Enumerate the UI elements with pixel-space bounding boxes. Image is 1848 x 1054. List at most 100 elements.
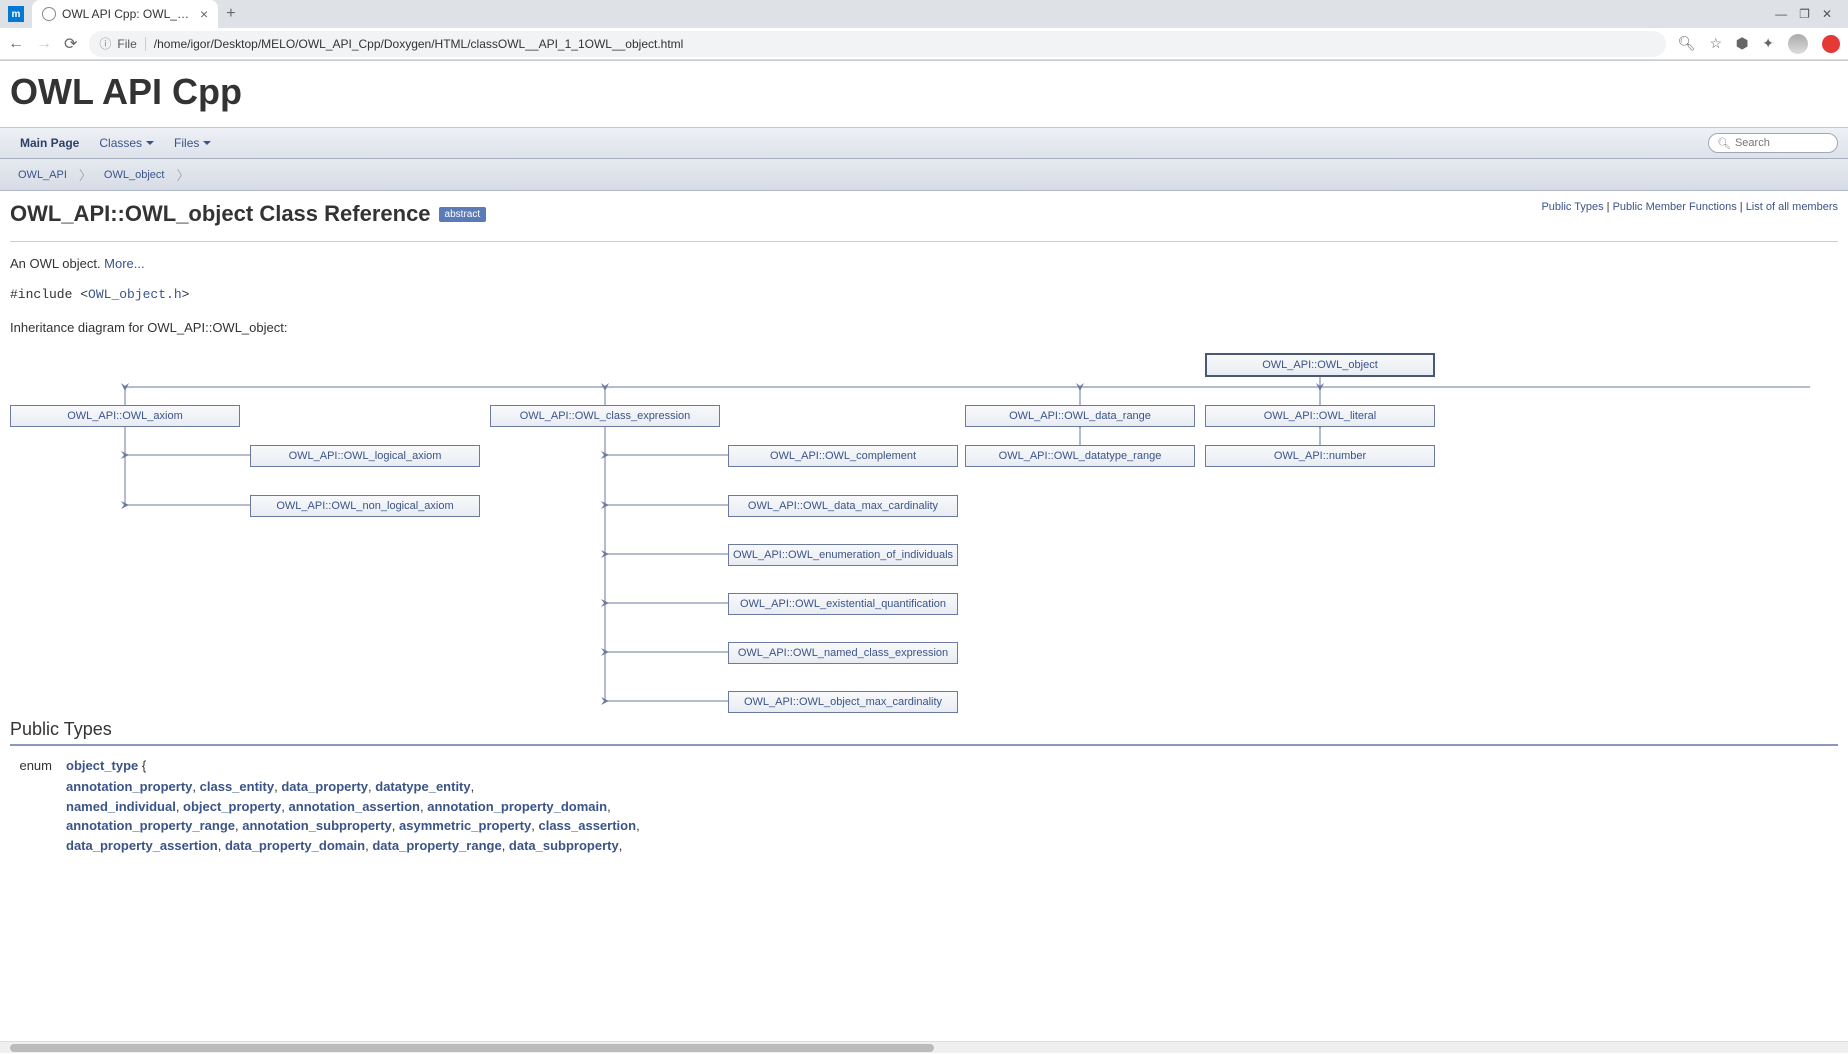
divider <box>10 241 1838 242</box>
reload-icon[interactable]: ⟳ <box>64 34 77 54</box>
description: An OWL object. More... <box>10 256 1838 271</box>
enum-value-link[interactable]: datatype_entity <box>375 779 470 794</box>
node-complement[interactable]: OWL_API::OWL_complement <box>728 445 958 467</box>
types-table: enum object_type { <box>10 754 1838 777</box>
node-owl-object[interactable]: OWL_API::OWL_object <box>1205 353 1435 377</box>
breadcrumb-sep: 〉 <box>79 165 92 184</box>
class-title: OWL_API::OWL_object Class Reference abst… <box>10 201 486 227</box>
new-tab-button[interactable]: + <box>226 5 235 23</box>
minimize-icon[interactable]: — <box>1775 7 1787 21</box>
forward-icon: → <box>36 35 52 53</box>
window-controls: — ❐ ✕ <box>1775 7 1840 21</box>
inheritance-diagram: OWL_API::OWL_object OWL_API::OWL_axiom O… <box>10 345 1848 715</box>
link-public-types[interactable]: Public Types <box>1541 201 1603 213</box>
chevron-down-icon <box>203 141 211 145</box>
node-owl-data-range[interactable]: OWL_API::OWL_data_range <box>965 405 1195 427</box>
breadcrumb-sep: 〉 <box>176 165 189 184</box>
enum-value-link[interactable]: annotation_property_domain <box>427 799 607 814</box>
search-input[interactable] <box>1735 137 1835 149</box>
tab-title: OWL API Cpp: OWL_API:: <box>62 7 192 21</box>
enum-value-link[interactable]: annotation_assertion <box>289 799 420 814</box>
content: OWL_API::OWL_object Class Reference abst… <box>0 191 1848 865</box>
url-bar[interactable]: ⓘ File /home/igor/Desktop/MELO/OWL_API_C… <box>89 31 1665 57</box>
close-window-icon[interactable]: ✕ <box>1822 7 1832 21</box>
avatar-icon[interactable] <box>1788 34 1808 54</box>
scrollbar-thumb[interactable] <box>10 1044 934 1052</box>
enum-keyword: enum <box>12 756 60 775</box>
header-row: OWL_API::OWL_object Class Reference abst… <box>10 201 1838 227</box>
enum-value-link[interactable]: annotation_property <box>66 779 192 794</box>
enum-value-link[interactable]: class_entity <box>200 779 274 794</box>
enum-name-link[interactable]: object_type <box>66 758 138 773</box>
more-link[interactable]: More... <box>104 256 144 271</box>
maximize-icon[interactable]: ❐ <box>1799 7 1810 21</box>
address-bar: ← → ⟳ ⓘ File /home/igor/Desktop/MELO/OWL… <box>0 28 1848 60</box>
tab-classes[interactable]: Classes <box>89 128 164 158</box>
quicklinks: Public Types | Public Member Functions |… <box>1541 201 1838 213</box>
url-text: /home/igor/Desktop/MELO/OWL_API_Cpp/Doxy… <box>154 37 684 51</box>
app-icon: m <box>8 6 24 22</box>
horizontal-scrollbar[interactable] <box>0 1041 1848 1053</box>
enum-value-link[interactable]: data_subproperty <box>509 838 619 853</box>
page-viewport[interactable]: OWL API Cpp Main Page Classes Files 🔍︎ O… <box>0 61 1848 1054</box>
tab-classes-label: Classes <box>99 136 142 150</box>
back-icon[interactable]: ← <box>8 35 24 53</box>
breadcrumb-class[interactable]: OWL_object <box>96 167 173 183</box>
browser-chrome: m OWL API Cpp: OWL_API:: × + — ❐ ✕ ← → ⟳… <box>0 0 1848 61</box>
include-suffix: > <box>182 287 190 302</box>
nav-tabs: Main Page Classes Files 🔍︎ <box>0 127 1848 159</box>
abstract-badge: abstract <box>439 207 487 222</box>
zoom-icon[interactable]: 🔍︎ <box>1678 35 1696 52</box>
tab-bar: m OWL API Cpp: OWL_API:: × + — ❐ ✕ <box>0 0 1848 28</box>
tab-main-page[interactable]: Main Page <box>10 128 89 158</box>
nav-buttons: ← → ⟳ <box>8 34 77 54</box>
enum-value-link[interactable]: named_individual <box>66 799 176 814</box>
include-line: #include <OWL_object.h> <box>10 287 1838 302</box>
enum-value-link[interactable]: data_property <box>281 779 368 794</box>
node-owl-axiom[interactable]: OWL_API::OWL_axiom <box>10 405 240 427</box>
link-public-member-functions[interactable]: Public Member Functions <box>1613 201 1737 213</box>
node-datatype-range[interactable]: OWL_API::OWL_datatype_range <box>965 445 1195 467</box>
node-data-max-cardinality[interactable]: OWL_API::OWL_data_max_cardinality <box>728 495 958 517</box>
breadcrumb-namespace[interactable]: OWL_API <box>10 167 75 183</box>
node-owl-class-expression[interactable]: OWL_API::OWL_class_expression <box>490 405 720 427</box>
node-number[interactable]: OWL_API::number <box>1205 445 1435 467</box>
enum-value-link[interactable]: data_property_assertion <box>66 838 218 853</box>
tab-files[interactable]: Files <box>164 128 221 158</box>
enum-value-link[interactable]: data_property_domain <box>225 838 365 853</box>
include-file-link[interactable]: OWL_object.h <box>88 287 182 302</box>
browser-tab[interactable]: OWL API Cpp: OWL_API:: × <box>32 0 218 28</box>
star-icon[interactable]: ☆ <box>1709 35 1722 52</box>
toolbar-icons: 🔍︎ ☆ ⬢ ✦ <box>1678 34 1840 54</box>
enum-value-link[interactable]: annotation_property_range <box>66 818 235 833</box>
info-icon[interactable]: ⓘ <box>99 35 111 52</box>
inheritance-label: Inheritance diagram for OWL_API::OWL_obj… <box>10 320 1838 335</box>
enum-value-link[interactable]: class_assertion <box>538 818 636 833</box>
extension-icon[interactable]: ⬢ <box>1736 35 1748 52</box>
extensions-icon[interactable]: ✦ <box>1762 35 1774 52</box>
node-non-logical-axiom[interactable]: OWL_API::OWL_non_logical_axiom <box>250 495 480 517</box>
globe-icon <box>42 7 56 21</box>
enum-body: annotation_property, class_entity, data_… <box>10 777 1838 855</box>
node-existential-quantification[interactable]: OWL_API::OWL_existential_quantification <box>728 593 958 615</box>
enum-value-link[interactable]: object_property <box>183 799 281 814</box>
enum-value-link[interactable]: asymmetric_property <box>399 818 531 833</box>
chevron-down-icon <box>146 141 154 145</box>
node-named-class-expression[interactable]: OWL_API::OWL_named_class_expression <box>728 642 958 664</box>
node-enumeration-individuals[interactable]: OWL_API::OWL_enumeration_of_individuals <box>728 544 958 566</box>
tab-files-label: Files <box>174 136 199 150</box>
public-types-header: Public Types <box>10 715 1838 746</box>
search-box[interactable]: 🔍︎ <box>1708 133 1838 153</box>
profile-dot-icon[interactable] <box>1822 35 1840 53</box>
node-owl-literal[interactable]: OWL_API::OWL_literal <box>1205 405 1435 427</box>
enum-value-link[interactable]: data_property_range <box>372 838 501 853</box>
enum-value-link[interactable]: annotation_subproperty <box>242 818 392 833</box>
node-object-max-cardinality[interactable]: OWL_API::OWL_object_max_cardinality <box>728 691 958 713</box>
link-list-all-members[interactable]: List of all members <box>1746 201 1838 213</box>
close-icon[interactable]: × <box>200 6 208 22</box>
desc-text: An OWL object. <box>10 256 104 271</box>
class-title-text: OWL_API::OWL_object Class Reference <box>10 201 431 227</box>
node-logical-axiom[interactable]: OWL_API::OWL_logical_axiom <box>250 445 480 467</box>
project-title: OWL API Cpp <box>0 61 1848 127</box>
url-scheme: File <box>117 37 145 51</box>
